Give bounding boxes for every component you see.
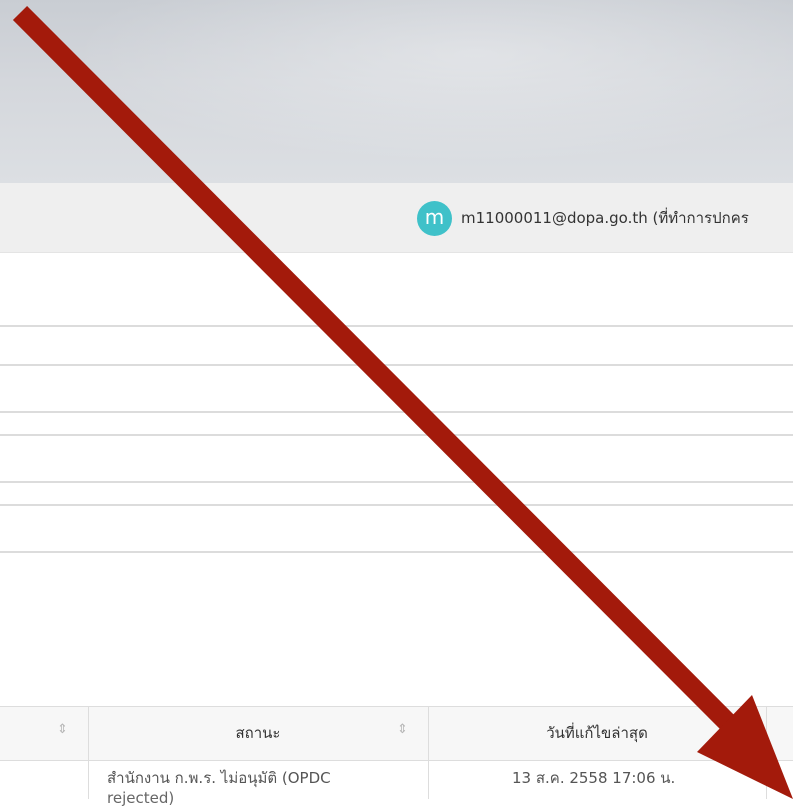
column-header-status[interactable]: สถานะ xyxy=(88,706,428,759)
user-avatar[interactable]: m xyxy=(417,200,452,236)
sort-icon[interactable]: ⇕ xyxy=(397,722,408,737)
divider-line xyxy=(0,481,793,483)
column-divider xyxy=(766,706,767,799)
divider-line xyxy=(0,411,793,413)
divider-line xyxy=(0,504,793,506)
user-email[interactable]: m11000011@dopa.go.th (ที่ทำการปกคร xyxy=(461,206,749,230)
last-updated-cell: 13 ส.ค. 2558 17:06 น. xyxy=(512,769,676,787)
divider-line xyxy=(0,325,793,327)
user-menu[interactable]: m m11000011@dopa.go.th (ที่ทำการปกคร xyxy=(417,200,749,236)
divider-line xyxy=(0,434,793,436)
divider-line xyxy=(0,364,793,366)
status-cell-line1: สำนักงาน ก.พ.ร. ไม่อนุมัติ (OPDC xyxy=(107,769,331,787)
column-header-last-updated[interactable]: วันที่แก้ไขล่าสุด xyxy=(428,706,766,759)
status-cell-line2: rejected) xyxy=(107,789,175,807)
sort-icon[interactable]: ⇕ xyxy=(57,722,68,737)
divider-line xyxy=(0,551,793,553)
hero-banner xyxy=(0,0,793,183)
